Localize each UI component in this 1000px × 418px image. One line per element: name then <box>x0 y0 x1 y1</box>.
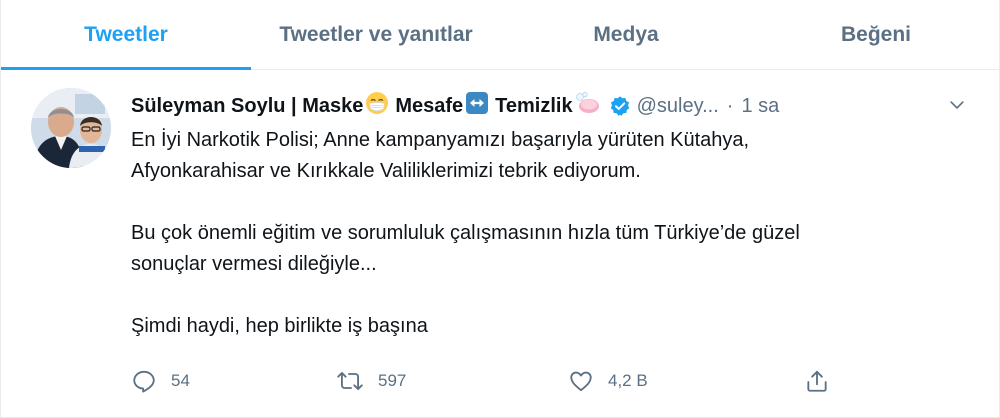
share-button[interactable] <box>804 366 830 396</box>
share-icon <box>807 370 827 392</box>
chevron-down-icon <box>950 101 964 109</box>
tweet-text: En İyi Narkotik Polisi; Anne kampanyamız… <box>131 125 951 342</box>
tweet-text-line: Şimdi haydi, hep birlikte iş başına <box>131 315 428 337</box>
retweet-icon <box>337 372 363 390</box>
author-name-part-3: Temizlik <box>495 94 573 117</box>
tab-tweets[interactable]: Tweetler <box>1 0 251 70</box>
tweet[interactable]: Süleyman Soylu | Maske Mesafe Temizlik @… <box>1 71 1000 418</box>
tweet-text-line: Bu çok önemli eğitim ve sorumluluk çalış… <box>131 222 800 244</box>
tab-media-label: Medya <box>593 22 659 46</box>
author-name-part-2: Mesafe <box>395 94 464 117</box>
like-icon <box>570 371 592 392</box>
tab-media[interactable]: Medya <box>501 0 751 69</box>
mask-emoji-icon <box>365 91 389 121</box>
tab-likes[interactable]: Beğeni <box>751 0 1000 69</box>
header-separator: · <box>726 94 734 117</box>
reply-count: 54 <box>171 371 190 390</box>
author-name-part-1: Süleyman Soylu | Maske <box>131 94 364 117</box>
tweet-timestamp[interactable]: 1 sa <box>741 95 779 118</box>
tab-tweets-and-replies-label: Tweetler ve yanıtlar <box>279 22 473 46</box>
like-button[interactable]: 4,2 B <box>568 366 648 396</box>
tweet-header: Süleyman Soylu | Maske Mesafe Temizlik @… <box>131 91 951 121</box>
profile-timeline: Tweetler Tweetler ve yanıtlar Medya Beğe… <box>0 0 1000 418</box>
tab-tweets-label: Tweetler <box>84 22 168 46</box>
tweet-text-line: sonuçlar vermesi dileğiyle... <box>131 253 377 275</box>
profile-tabs: Tweetler Tweetler ve yanıtlar Medya Beğe… <box>1 0 1000 70</box>
avatar[interactable] <box>31 88 111 168</box>
tab-tweets-and-replies[interactable]: Tweetler ve yanıtlar <box>251 0 501 69</box>
left-right-arrow-emoji-icon <box>465 91 489 121</box>
tweet-text-line: Afyonkarahisar ve Kırıkkale Valiliklerim… <box>131 160 641 182</box>
tweet-actions: 54 597 4,2 B <box>131 366 831 396</box>
retweet-count: 597 <box>378 371 407 390</box>
soap-emoji-icon <box>575 91 601 121</box>
reply-icon <box>133 370 155 393</box>
retweet-button[interactable]: 597 <box>336 366 406 396</box>
avatar-image <box>31 88 111 168</box>
reply-button[interactable]: 54 <box>131 366 190 396</box>
tweet-more-button[interactable] <box>945 93 969 117</box>
like-count: 4,2 B <box>608 371 648 390</box>
author-name[interactable]: Süleyman Soylu | Maske Mesafe Temizlik <box>131 91 603 121</box>
tweet-text-line: En İyi Narkotik Polisi; Anne kampanyamız… <box>131 129 750 151</box>
tab-likes-label: Beğeni <box>840 22 911 46</box>
author-handle[interactable]: @suley... <box>637 95 719 118</box>
verified-badge-icon <box>609 95 631 117</box>
